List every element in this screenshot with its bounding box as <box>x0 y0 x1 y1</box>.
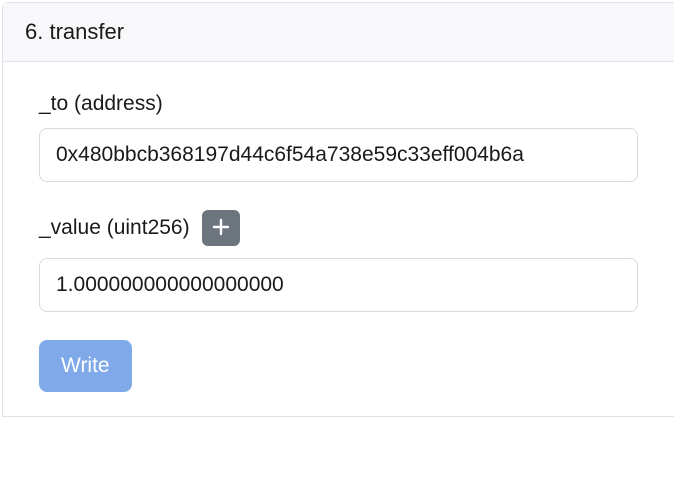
panel-title: 6. transfer <box>25 19 124 44</box>
plus-icon <box>212 218 230 239</box>
write-button[interactable]: Write <box>39 340 132 392</box>
value-uint256-input[interactable] <box>39 258 638 312</box>
label-text-to: _to (address) <box>39 92 163 116</box>
field-label-value: _value (uint256) <box>39 210 638 246</box>
panel-header-transfer[interactable]: 6. transfer <box>3 3 674 62</box>
function-panel: 6. transfer _to (address) _value (uint25… <box>2 2 674 417</box>
add-value-button[interactable] <box>202 210 240 246</box>
panel-body: _to (address) _value (uint256) Write <box>3 62 674 416</box>
to-address-input[interactable] <box>39 128 638 182</box>
label-text-value: _value (uint256) <box>39 216 190 240</box>
field-label-to: _to (address) <box>39 92 638 116</box>
